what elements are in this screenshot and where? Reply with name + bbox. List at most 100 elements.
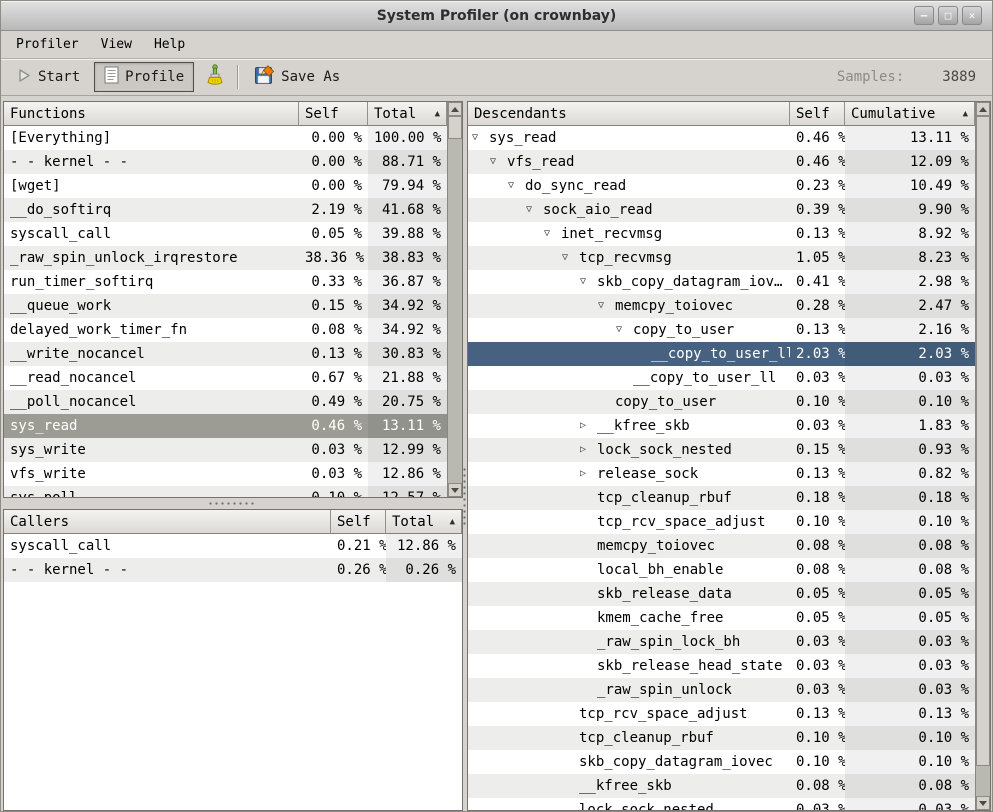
self-percent-cell: 0.10 % xyxy=(790,750,845,774)
table-row[interactable]: __poll_nocancel0.49 %20.75 % xyxy=(4,390,462,414)
tree-name-cell: ▷release_sock xyxy=(468,462,790,486)
table-row[interactable]: local_bh_enable0.08 %0.08 % xyxy=(468,558,990,582)
column-header-self[interactable]: Self xyxy=(331,510,386,534)
expander-spacer xyxy=(580,630,597,654)
arrow-down-icon xyxy=(451,488,459,493)
table-row[interactable]: delayed_work_timer_fn0.08 %34.92 % xyxy=(4,318,462,342)
close-button[interactable]: ✕ xyxy=(962,6,982,25)
scroll-up-button[interactable] xyxy=(448,102,462,116)
menu-profiler[interactable]: Profiler xyxy=(5,33,90,56)
table-row[interactable]: __do_softirq2.19 %41.68 % xyxy=(4,198,462,222)
minimize-button[interactable]: – xyxy=(914,6,934,25)
table-row[interactable]: ▽inet_recvmsg0.13 %8.92 % xyxy=(468,222,990,246)
table-row[interactable]: ▽sys_read0.46 %13.11 % xyxy=(468,126,990,150)
profile-toggle-button[interactable]: Profile xyxy=(94,62,194,92)
column-header-descendants[interactable]: Descendants xyxy=(468,102,790,126)
table-row[interactable]: memcpy_toiovec0.08 %0.08 % xyxy=(468,534,990,558)
menu-view[interactable]: View xyxy=(90,33,143,56)
table-row[interactable]: [wget]0.00 %79.94 % xyxy=(4,174,462,198)
table-row[interactable]: copy_to_user0.10 %0.10 % xyxy=(468,390,990,414)
table-row[interactable]: ▷lock_sock_nested0.15 %0.93 % xyxy=(468,438,990,462)
maximize-button[interactable]: □ xyxy=(938,6,958,25)
table-row[interactable]: ▽vfs_read0.46 %12.09 % xyxy=(468,150,990,174)
column-header-total[interactable]: Total▲ xyxy=(368,102,447,126)
descendants-vertical-scrollbar[interactable] xyxy=(975,102,990,810)
expander-open-icon[interactable]: ▽ xyxy=(526,198,543,222)
paintbrush-icon xyxy=(206,64,224,91)
column-header-self[interactable]: Self xyxy=(790,102,845,126)
table-row[interactable]: ▷release_sock0.13 %0.82 % xyxy=(468,462,990,486)
expander-open-icon[interactable]: ▽ xyxy=(508,174,525,198)
table-row[interactable]: ▷__kfree_skb0.03 %1.83 % xyxy=(468,414,990,438)
save-as-button[interactable]: Save As xyxy=(248,62,346,93)
table-row[interactable]: __kfree_skb0.08 %0.08 % xyxy=(468,774,990,798)
table-row[interactable]: _raw_spin_unlock_irqrestore38.36 %38.83 … xyxy=(4,246,462,270)
table-row[interactable]: run_timer_softirq0.33 %36.87 % xyxy=(4,270,462,294)
scrollbar-thumb[interactable] xyxy=(976,116,990,766)
start-button[interactable]: Start xyxy=(11,65,86,90)
scroll-down-button[interactable] xyxy=(976,796,990,810)
table-row[interactable]: __read_nocancel0.67 %21.88 % xyxy=(4,366,462,390)
expander-open-icon[interactable]: ▽ xyxy=(562,246,579,270)
table-row[interactable]: syscall_call0.05 %39.88 % xyxy=(4,222,462,246)
self-percent-cell: 0.13 % xyxy=(790,462,845,486)
table-row[interactable]: __copy_to_user_ll0.03 %0.03 % xyxy=(468,366,990,390)
table-row[interactable]: ▽copy_to_user0.13 %2.16 % xyxy=(468,318,990,342)
table-row[interactable]: sys_write0.03 %12.99 % xyxy=(4,438,462,462)
table-row[interactable]: ▽do_sync_read0.23 %10.49 % xyxy=(468,174,990,198)
expander-open-icon[interactable]: ▽ xyxy=(490,150,507,174)
column-header-callers[interactable]: Callers xyxy=(4,510,331,534)
reset-brush-button[interactable] xyxy=(202,62,228,93)
table-row[interactable]: skb_release_head_state0.03 %0.03 % xyxy=(468,654,990,678)
table-row[interactable]: - - kernel - -0.26 %0.26 % xyxy=(4,558,462,582)
table-row[interactable]: - - kernel - -0.00 %88.71 % xyxy=(4,150,462,174)
table-row[interactable]: __copy_to_user_ll2.03 %2.03 % xyxy=(468,342,990,366)
table-row[interactable]: _raw_spin_lock_bh0.03 %0.03 % xyxy=(468,630,990,654)
table-row[interactable]: skb_release_data0.05 %0.05 % xyxy=(468,582,990,606)
functions-vertical-scrollbar[interactable] xyxy=(447,102,462,497)
app-window: System Profiler (on crownbay) – □ ✕ Prof… xyxy=(0,0,993,812)
scrollbar-thumb[interactable] xyxy=(448,116,462,139)
column-header-total[interactable]: Total▲ xyxy=(386,510,462,534)
self-percent-cell: 0.28 % xyxy=(790,294,845,318)
table-row[interactable]: _raw_spin_unlock0.03 %0.03 % xyxy=(468,678,990,702)
table-row[interactable]: __queue_work0.15 %34.92 % xyxy=(4,294,462,318)
table-row[interactable]: sys_read0.46 %13.11 % xyxy=(4,414,462,438)
descendants-panel: Descendants Self Cumulative▲ ▽sys_read0.… xyxy=(467,101,991,811)
table-row[interactable]: tcp_cleanup_rbuf0.18 %0.18 % xyxy=(468,486,990,510)
expander-closed-icon[interactable]: ▷ xyxy=(580,414,597,438)
table-row[interactable]: __write_nocancel0.13 %30.83 % xyxy=(4,342,462,366)
table-row[interactable]: ▽sock_aio_read0.39 %9.90 % xyxy=(468,198,990,222)
menu-help[interactable]: Help xyxy=(143,33,196,56)
scroll-up-button[interactable] xyxy=(976,102,990,116)
expander-open-icon[interactable]: ▽ xyxy=(472,126,489,150)
expander-closed-icon[interactable]: ▷ xyxy=(580,438,597,462)
horizontal-pane-splitter[interactable] xyxy=(3,498,463,509)
table-row[interactable]: tcp_cleanup_rbuf0.10 %0.10 % xyxy=(468,726,990,750)
table-row[interactable]: skb_copy_datagram_iovec0.10 %0.10 % xyxy=(468,750,990,774)
table-row[interactable]: ▽memcpy_toiovec0.28 %2.47 % xyxy=(468,294,990,318)
tree-name-cell: ▽do_sync_read xyxy=(468,174,790,198)
column-header-cumulative[interactable]: Cumulative▲ xyxy=(845,102,975,126)
scroll-down-button[interactable] xyxy=(448,483,462,497)
table-row[interactable]: tcp_rcv_space_adjust0.10 %0.10 % xyxy=(468,510,990,534)
table-row[interactable]: tcp_rcv_space_adjust0.13 %0.13 % xyxy=(468,702,990,726)
table-row[interactable]: lock_sock_nested0.03 %0.03 % xyxy=(468,798,990,811)
table-row[interactable]: ▽tcp_recvmsg1.05 %8.23 % xyxy=(468,246,990,270)
table-row[interactable]: kmem_cache_free0.05 %0.05 % xyxy=(468,606,990,630)
expander-closed-icon[interactable]: ▷ xyxy=(580,462,597,486)
table-row[interactable]: [Everything]0.00 %100.00 % xyxy=(4,126,462,150)
expander-open-icon[interactable]: ▽ xyxy=(598,294,615,318)
self-percent-cell: 0.13 % xyxy=(299,342,368,366)
function-name-cell: __write_nocancel xyxy=(4,342,299,366)
expander-open-icon[interactable]: ▽ xyxy=(616,318,633,342)
column-header-self[interactable]: Self xyxy=(299,102,368,126)
table-row[interactable]: vfs_write0.03 %12.86 % xyxy=(4,462,462,486)
table-row[interactable]: syscall_call0.21 %12.86 % xyxy=(4,534,462,558)
expander-open-icon[interactable]: ▽ xyxy=(580,270,597,294)
column-header-functions[interactable]: Functions xyxy=(4,102,299,126)
table-row[interactable]: ▽skb_copy_datagram_iov…0.41 %2.98 % xyxy=(468,270,990,294)
expander-open-icon[interactable]: ▽ xyxy=(544,222,561,246)
function-name-cell: __poll_nocancel xyxy=(4,390,299,414)
table-row[interactable]: sys_poll0.10 %12.57 % xyxy=(4,486,462,498)
